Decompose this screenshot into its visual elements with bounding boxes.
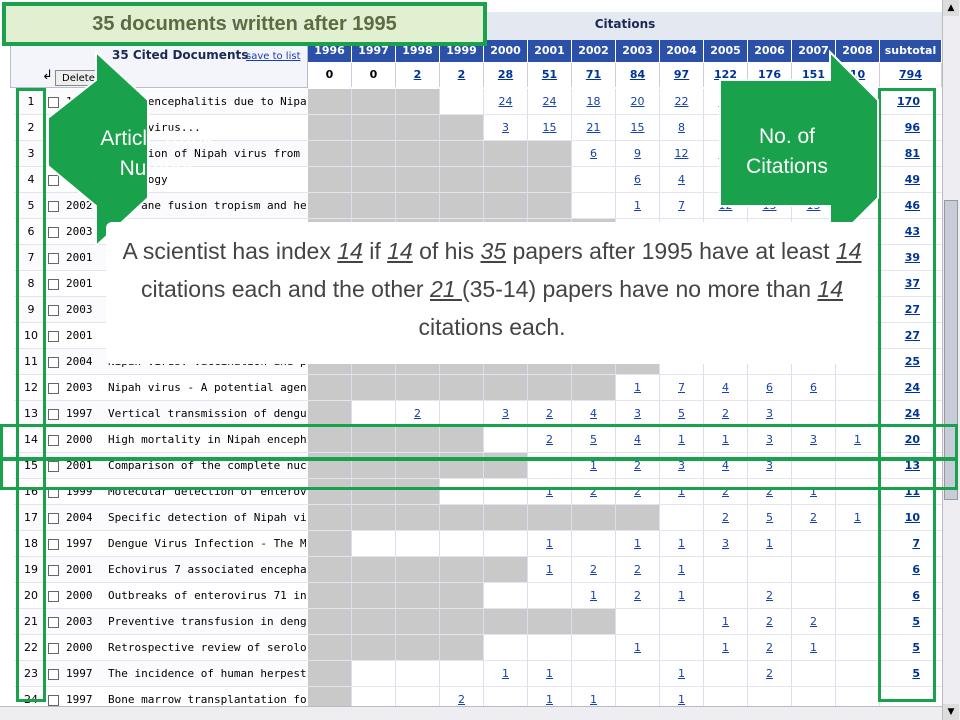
note-value: 14	[387, 238, 413, 264]
note-text-part: papers after 1995 have at least	[506, 238, 836, 264]
note-text-part: citations each.	[418, 314, 566, 340]
note-value: 21	[429, 276, 462, 302]
screen: 35 Cited Documents save to list ↲ Delete…	[0, 0, 960, 720]
note-value: 14	[337, 238, 363, 264]
article-rank-callout-label: Article Rank Number	[72, 124, 242, 184]
note-value: 14	[835, 238, 862, 264]
note-text-part: A scientist has index	[122, 238, 338, 264]
citations-label: No. of Citations	[746, 125, 828, 178]
note-text-part: citations each and the other	[141, 276, 430, 302]
note-value: 14	[817, 276, 843, 302]
citations-callout-label: No. of Citations	[722, 122, 852, 182]
rank-label: Article Rank Number	[100, 127, 214, 180]
note-text-part: if	[362, 238, 388, 264]
h-index-explanation: A scientist has index 14 if 14 of his 35…	[112, 232, 872, 346]
note-text-part: (35-14) papers have no more than	[461, 276, 818, 302]
note-text-part: of his	[412, 238, 481, 264]
note-value: 35	[480, 238, 507, 264]
